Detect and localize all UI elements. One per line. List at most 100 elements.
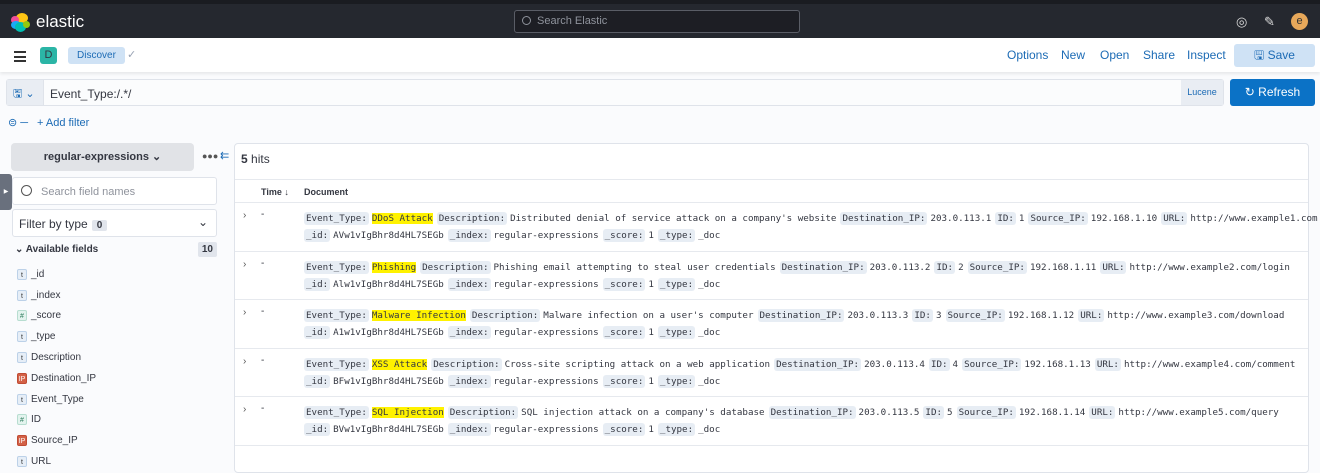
sidebar-toggle-handle[interactable]: ▶: [0, 174, 12, 210]
field-value: 1: [1018, 213, 1025, 224]
available-fields-count: 10: [197, 242, 217, 257]
new-link[interactable]: New: [1061, 48, 1085, 62]
field-value: AVw1vIgBhr8d4HL7SEGb: [333, 230, 444, 241]
refresh-label: Refresh: [1258, 85, 1301, 99]
table-row: › - Event_Type: Malware Infection Descriptio…: [235, 300, 1308, 349]
query-input[interactable]: Event_Type:/.*/: [50, 87, 131, 101]
field-list: t _id t _index # _score t _type t Description IP De…: [17, 264, 96, 472]
field-name: _id: [31, 268, 45, 280]
field-value: regular-expressions: [493, 375, 599, 387]
field-search-input[interactable]: Search field names: [12, 177, 217, 205]
field-item[interactable]: IP Source_IP: [17, 430, 96, 451]
field-name: ID: [31, 414, 41, 426]
options-link[interactable]: Options: [1007, 48, 1048, 62]
field-item[interactable]: # ID: [17, 410, 96, 431]
field-key: _index:: [447, 423, 491, 437]
field-value: 192.168.1.11: [1029, 261, 1097, 273]
field-key: Destination_IP:: [774, 357, 862, 371]
expand-row-icon[interactable]: ›: [243, 210, 246, 221]
field-item[interactable]: t _id: [17, 264, 96, 285]
field-value: SQL Injection: [371, 407, 444, 419]
field-value: _doc: [698, 424, 721, 436]
field-key: Event_Type:: [304, 260, 369, 274]
refresh-button[interactable]: ↻ Refresh: [1230, 79, 1315, 106]
breadcrumb-discover[interactable]: Discover: [68, 47, 125, 64]
field-value: regular-expressions: [493, 230, 599, 241]
collapse-sidebar-icon[interactable]: ⇇: [220, 149, 229, 162]
filter-by-type-dropdown[interactable]: Filter by type 0 ⌄: [12, 209, 217, 237]
field-key: URL:: [1078, 309, 1105, 323]
filter-icon[interactable]: ⊜ ─: [8, 116, 28, 129]
search-icon: [522, 16, 531, 25]
save-button[interactable]: 🖫 Save: [1234, 44, 1315, 67]
field-type-icon: IP: [17, 435, 27, 447]
hits-number: 5: [241, 152, 248, 166]
inspect-link[interactable]: Inspect: [1187, 48, 1226, 62]
document-summary: Event_Type: Malware Infection Description:…: [304, 307, 1288, 341]
field-key: _score:: [602, 229, 646, 242]
saved-query-menu[interactable]: 🖫 ⌄: [7, 80, 44, 105]
field-item[interactable]: t _type: [17, 326, 96, 347]
field-value: _doc: [698, 278, 721, 290]
field-key: _id:: [304, 423, 331, 437]
field-value: BFw1vIgBhr8d4HL7SEGb: [333, 375, 444, 387]
query-bar[interactable]: 🖫 ⌄ Event_Type:/.*/ Lucene: [6, 79, 1224, 106]
field-search-placeholder: Search field names: [41, 186, 136, 198]
field-key: _score:: [602, 374, 646, 388]
field-value: 192.168.1.13: [1024, 358, 1091, 370]
chevron-icon: ✓: [127, 49, 137, 61]
field-value: Malware infection on a user's computer: [543, 310, 754, 322]
field-value: 3: [935, 310, 942, 322]
field-type-icon: #: [17, 310, 27, 322]
chevron-down-icon: ⌄: [197, 215, 208, 229]
user-avatar[interactable]: e: [1291, 13, 1308, 30]
field-value: 192.168.1.14: [1018, 407, 1086, 419]
index-pattern-selector[interactable]: regular-expressions ⌄: [11, 143, 194, 171]
field-value: BVw1vIgBhr8d4HL7SEGb: [333, 424, 444, 436]
field-type-icon: t: [17, 289, 27, 301]
expand-row-icon[interactable]: ›: [243, 307, 246, 318]
field-item[interactable]: t Event_Type: [17, 389, 96, 410]
expand-row-icon[interactable]: ›: [243, 404, 246, 415]
global-search-input[interactable]: Search Elastic: [514, 10, 800, 33]
expand-row-icon[interactable]: ›: [243, 356, 246, 367]
chevron-down-icon: ⌄: [152, 151, 162, 163]
field-key: Source_IP:: [956, 406, 1016, 420]
more-options-icon[interactable]: ●●●: [202, 151, 218, 161]
field-value: 203.0.113.2: [869, 261, 931, 273]
open-link[interactable]: Open: [1100, 48, 1129, 62]
app-badge: D: [40, 47, 57, 64]
field-key: Description:: [447, 406, 519, 420]
row-time: -: [261, 354, 265, 366]
field-item[interactable]: IP Destination_IP: [17, 368, 96, 389]
field-value: 1: [648, 278, 654, 290]
help-icon[interactable]: ◎: [1236, 14, 1247, 30]
table-row: › - Event_Type: SQL Injection Description: SQ…: [235, 397, 1308, 446]
filter-by-type-label: Filter by type: [19, 217, 88, 231]
menu-icon[interactable]: [14, 51, 26, 65]
expand-row-icon[interactable]: ›: [243, 259, 246, 270]
field-item[interactable]: t _index: [17, 285, 96, 306]
field-key: Description:: [420, 260, 491, 274]
field-key: _score:: [602, 326, 646, 340]
field-key: URL:: [1089, 406, 1116, 420]
field-key: Destination_IP:: [768, 406, 856, 420]
field-name: _type: [31, 331, 56, 343]
field-value: 1: [648, 424, 654, 436]
share-link[interactable]: Share: [1143, 48, 1175, 62]
field-key: _id:: [304, 326, 331, 340]
table-row: › - Event_Type: Phishing Description: Phishin…: [235, 252, 1308, 301]
query-language-button[interactable]: Lucene: [1181, 80, 1223, 105]
field-item[interactable]: # _score: [17, 306, 96, 327]
field-item[interactable]: t Description: [17, 347, 96, 368]
news-feed-icon[interactable]: ✎: [1264, 14, 1275, 30]
elastic-logo[interactable]: elastic: [11, 12, 84, 32]
hits-label: hits: [251, 152, 270, 166]
add-filter-button[interactable]: + Add filter: [37, 117, 89, 129]
field-key: _score:: [602, 423, 646, 437]
brand-name: elastic: [36, 12, 85, 31]
index-pattern-label: regular-expressions: [43, 151, 149, 163]
field-key: Source_IP:: [962, 357, 1022, 371]
available-fields-header[interactable]: ⌄ Available fields 10: [15, 242, 217, 257]
column-time[interactable]: Time ↓: [261, 187, 289, 197]
